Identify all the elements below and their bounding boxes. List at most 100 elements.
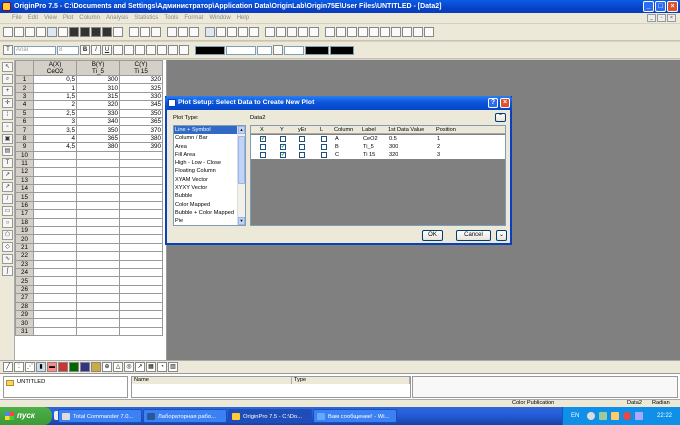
checkbox-yer[interactable] bbox=[299, 144, 305, 150]
task-originpro[interactable]: OriginPro 7.5 - C:\Do... bbox=[228, 409, 312, 423]
row-number[interactable]: 29 bbox=[15, 309, 34, 320]
cell-c[interactable]: 330 bbox=[119, 91, 163, 102]
rescale-y-icon[interactable] bbox=[380, 27, 390, 37]
folder-tree[interactable]: UNTITLED bbox=[3, 376, 128, 398]
legend-icon[interactable] bbox=[424, 27, 434, 37]
plot-type-item[interactable]: XYXY Vector bbox=[174, 184, 245, 192]
project-explorer-icon[interactable] bbox=[205, 27, 215, 37]
cell-c[interactable] bbox=[119, 158, 163, 169]
grid-row[interactable]: ✔ C Ti 15 320 3 bbox=[251, 151, 505, 159]
cell-a[interactable] bbox=[33, 234, 77, 244]
checkbox-y[interactable]: ✔ bbox=[280, 152, 286, 158]
cell-a[interactable] bbox=[33, 192, 77, 202]
row-number[interactable]: 10 bbox=[15, 150, 34, 160]
checkbox-l[interactable] bbox=[321, 136, 327, 142]
plot-type-item[interactable]: Bubble + Color Mapped bbox=[174, 209, 245, 217]
arrow-tool-icon[interactable]: ↗ bbox=[2, 170, 13, 180]
cell-a[interactable] bbox=[33, 251, 77, 261]
scroll-up-arrow[interactable]: ▲ bbox=[238, 126, 245, 134]
cell-a[interactable] bbox=[33, 217, 77, 228]
cell-c[interactable] bbox=[119, 200, 163, 211]
tray-icon-1[interactable] bbox=[587, 412, 595, 420]
scatter-plot-icon[interactable]: ⁚ bbox=[14, 362, 24, 372]
cell-b[interactable] bbox=[76, 226, 120, 236]
new-layer-icon[interactable] bbox=[391, 27, 401, 37]
cell-b[interactable] bbox=[76, 276, 120, 286]
cell-a[interactable]: 4 bbox=[33, 133, 77, 144]
plot-type-list[interactable]: Line + Symbol Column / Bar Area Fill Area Hi… bbox=[173, 125, 246, 226]
row-number[interactable]: 30 bbox=[15, 318, 34, 328]
contour-plot-icon[interactable] bbox=[91, 362, 101, 372]
plot-type-item[interactable]: High - Low - Close bbox=[174, 159, 245, 167]
menu-view[interactable]: View bbox=[44, 15, 57, 21]
mdi-minimize-button[interactable]: _ bbox=[647, 14, 656, 22]
plot-type-item[interactable]: Bubble bbox=[174, 192, 245, 200]
cell-b[interactable]: 380 bbox=[76, 142, 120, 152]
cell-b[interactable] bbox=[76, 217, 120, 228]
cell-c[interactable] bbox=[119, 184, 163, 194]
plot-type-item[interactable]: Color Mapped bbox=[174, 201, 245, 209]
cell-b[interactable]: 330 bbox=[76, 108, 120, 118]
cell-b[interactable] bbox=[76, 326, 120, 337]
open-icon[interactable] bbox=[69, 27, 79, 37]
fill-combo[interactable] bbox=[284, 45, 304, 55]
superscript-icon[interactable] bbox=[113, 45, 123, 55]
cell-b[interactable] bbox=[76, 267, 120, 278]
line-symbol-plot-icon[interactable]: ⋰ bbox=[25, 362, 35, 372]
help-button[interactable]: ? bbox=[488, 98, 498, 108]
menu-tools[interactable]: Tools bbox=[164, 15, 178, 21]
line-style-combo[interactable] bbox=[226, 45, 256, 55]
import-excel-icon[interactable] bbox=[151, 27, 161, 37]
plot-type-item[interactable]: Fill Area bbox=[174, 151, 245, 159]
row-number[interactable]: 14 bbox=[15, 184, 34, 194]
polar-plot-icon[interactable]: ⊕ bbox=[102, 362, 112, 372]
bar-plot-icon[interactable]: ▬ bbox=[47, 362, 57, 372]
checkbox-y[interactable] bbox=[280, 136, 286, 142]
row-number[interactable]: 3 bbox=[15, 91, 34, 102]
new-worksheet-icon[interactable] bbox=[14, 27, 24, 37]
row-number[interactable]: 1 bbox=[15, 74, 34, 85]
row-number[interactable]: 21 bbox=[15, 242, 34, 253]
pointer-icon[interactable]: ↖ bbox=[2, 62, 13, 72]
checkbox-yer[interactable] bbox=[299, 136, 305, 142]
cell-a[interactable]: 3 bbox=[33, 116, 77, 127]
duplicate-icon[interactable] bbox=[189, 27, 199, 37]
cell-c[interactable]: 325 bbox=[119, 83, 163, 93]
cell-c[interactable] bbox=[119, 167, 163, 177]
checkbox-x[interactable] bbox=[260, 144, 266, 150]
cell-a[interactable] bbox=[33, 158, 77, 169]
row-number[interactable]: 16 bbox=[15, 200, 34, 211]
menu-format[interactable]: Format bbox=[184, 15, 203, 21]
3d-plot-icon[interactable]: ▧ bbox=[168, 362, 178, 372]
zoom-icon[interactable]: ⌕ bbox=[2, 74, 13, 84]
checkbox-l[interactable] bbox=[321, 152, 327, 158]
menu-file[interactable]: File bbox=[12, 15, 22, 21]
bold-button[interactable]: B bbox=[80, 45, 90, 55]
cell-a[interactable] bbox=[33, 301, 77, 311]
tray-icon-5[interactable] bbox=[635, 412, 643, 420]
cell-c[interactable]: 320 bbox=[119, 74, 163, 85]
row-number[interactable]: 26 bbox=[15, 284, 34, 295]
mdi-restore-button[interactable]: ▫ bbox=[657, 14, 666, 22]
scroll-down-arrow[interactable]: ▼ bbox=[238, 217, 245, 225]
text-tool-side-icon[interactable]: T bbox=[2, 158, 13, 168]
menu-edit[interactable]: Edit bbox=[28, 15, 38, 21]
mdi-close-button[interactable]: × bbox=[667, 14, 676, 22]
text-tool-icon[interactable]: T bbox=[3, 45, 13, 55]
cell-b[interactable] bbox=[76, 234, 120, 244]
screen-reader-icon[interactable]: + bbox=[2, 86, 13, 96]
cell-a[interactable] bbox=[33, 276, 77, 286]
pattern-icon[interactable] bbox=[273, 45, 283, 55]
cell-a[interactable] bbox=[33, 209, 77, 219]
cell-b[interactable]: 340 bbox=[76, 116, 120, 127]
row-number[interactable]: 17 bbox=[15, 209, 34, 219]
save-template-icon[interactable] bbox=[102, 27, 112, 37]
column-header-b[interactable]: B(Y) Ti_5 bbox=[76, 60, 120, 76]
cell-b[interactable]: 365 bbox=[76, 133, 120, 144]
row-number[interactable]: 7 bbox=[15, 125, 34, 135]
close-button[interactable]: × bbox=[667, 1, 678, 12]
cell-c[interactable] bbox=[119, 293, 163, 303]
cell-c[interactable] bbox=[119, 309, 163, 320]
draw-data-icon[interactable]: ▫ bbox=[2, 122, 13, 132]
cell-c[interactable] bbox=[119, 217, 163, 228]
